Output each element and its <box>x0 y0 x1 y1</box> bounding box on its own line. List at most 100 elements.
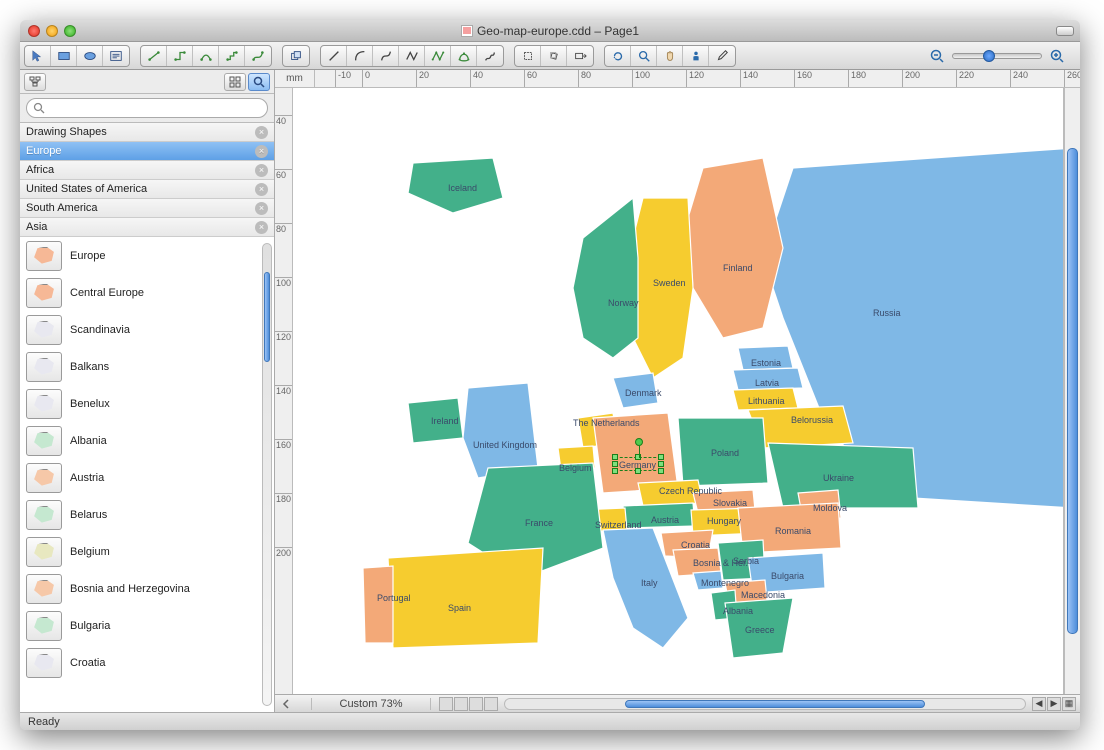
page-prev-button[interactable]: ◀ <box>1032 697 1046 711</box>
shape-austria[interactable]: Austria <box>20 459 260 496</box>
country-norway[interactable] <box>573 198 638 358</box>
zoom-tool[interactable] <box>631 46 657 66</box>
category-close-icon[interactable]: × <box>255 164 268 177</box>
category-close-icon[interactable]: × <box>255 221 268 234</box>
collapse-icon[interactable] <box>279 697 293 711</box>
sidebar-tab-search[interactable] <box>248 73 270 91</box>
polyline-tool[interactable] <box>399 46 425 66</box>
category-close-icon[interactable]: × <box>255 202 268 215</box>
sidebar-tab-grid[interactable] <box>224 73 246 91</box>
sidebar-tab-tree[interactable] <box>24 73 46 91</box>
shape-belgium[interactable]: Belgium <box>20 533 260 570</box>
connector-smart-tool[interactable] <box>167 46 193 66</box>
selection-handle[interactable] <box>658 468 664 474</box>
category-asia[interactable]: Asia× <box>20 218 274 237</box>
ellipse-tool[interactable] <box>77 46 103 66</box>
connector-multi-tool[interactable] <box>219 46 245 66</box>
shape-croatia[interactable]: Croatia <box>20 644 260 681</box>
country-poland[interactable] <box>678 418 768 486</box>
hscroll-thumb[interactable] <box>625 700 925 708</box>
shape-bulgaria[interactable]: Bulgaria <box>20 607 260 644</box>
ruler-horizontal[interactable]: -10020406080100120140160180200220240260 <box>315 70 1080 87</box>
curve-tool[interactable] <box>373 46 399 66</box>
hand-tool[interactable] <box>657 46 683 66</box>
country-austria[interactable] <box>623 503 695 528</box>
shape-scandinavia[interactable]: Scandinavia <box>20 311 260 348</box>
patient-tool[interactable] <box>683 46 709 66</box>
page-tab-4[interactable] <box>484 697 498 711</box>
shape-search-input[interactable] <box>45 102 261 114</box>
country-latvia[interactable] <box>733 368 803 390</box>
zoom-track[interactable] <box>952 53 1042 59</box>
connector-line-tool[interactable] <box>141 46 167 66</box>
category-close-icon[interactable]: × <box>255 183 268 196</box>
sidebar-scrollbar[interactable] <box>262 243 272 706</box>
country-portugal[interactable] <box>363 566 393 643</box>
selection-handle[interactable] <box>635 468 641 474</box>
category-africa[interactable]: Africa× <box>20 161 274 180</box>
horizontal-scrollbar[interactable] <box>504 698 1026 710</box>
shape-balkans[interactable]: Balkans <box>20 348 260 385</box>
zoom-slider[interactable] <box>928 47 1066 65</box>
rect-tool[interactable] <box>51 46 77 66</box>
rotate-tool[interactable] <box>541 46 567 66</box>
shape-europe[interactable]: Europe <box>20 237 260 274</box>
selection-handle[interactable] <box>658 454 664 460</box>
closed-curve-tool[interactable] <box>451 46 477 66</box>
shape-albania[interactable]: Albania <box>20 422 260 459</box>
shape-bosnia-and-herzegovina[interactable]: Bosnia and Herzegovina <box>20 570 260 607</box>
connector-free-tool[interactable] <box>245 46 271 66</box>
sidebar-scroll-thumb[interactable] <box>264 272 270 362</box>
shape-benelux[interactable]: Benelux <box>20 385 260 422</box>
country-spain[interactable] <box>388 548 543 648</box>
selection-handle[interactable] <box>612 454 618 460</box>
selection-handle[interactable] <box>635 454 641 460</box>
country-montenegro[interactable] <box>693 571 723 590</box>
category-close-icon[interactable]: × <box>255 126 268 139</box>
zoom-display[interactable]: Custom 73% <box>311 698 431 710</box>
selection-handle[interactable] <box>658 461 664 467</box>
polygon-tool[interactable] <box>425 46 451 66</box>
refresh-tool[interactable] <box>605 46 631 66</box>
category-europe[interactable]: Europe× <box>20 142 274 161</box>
canvas[interactable]: IcelandNorwaySwedenFinlandRussiaEstoniaL… <box>293 88 1064 694</box>
pointer-tool[interactable] <box>25 46 51 66</box>
ruler-vertical[interactable]: 406080100120140160180200 <box>275 88 293 694</box>
shape-belarus[interactable]: Belarus <box>20 496 260 533</box>
zoom-in-icon[interactable] <box>1048 47 1066 65</box>
country-ukraine[interactable] <box>768 443 918 508</box>
country-ireland[interactable] <box>408 398 463 443</box>
shape-central-europe[interactable]: Central Europe <box>20 274 260 311</box>
eyedropper-tool[interactable] <box>709 46 735 66</box>
zoom-out-icon[interactable] <box>928 47 946 65</box>
europe-map[interactable] <box>293 88 1064 694</box>
vscroll-thumb[interactable] <box>1067 148 1078 634</box>
category-united-states-of-america[interactable]: United States of America× <box>20 180 274 199</box>
page-tab-3[interactable] <box>469 697 483 711</box>
country-germany[interactable] <box>593 413 678 493</box>
crop-tool[interactable] <box>515 46 541 66</box>
country-united-kingdom[interactable] <box>463 383 538 478</box>
country-finland[interactable] <box>688 158 783 338</box>
line-tool[interactable] <box>321 46 347 66</box>
vertical-scrollbar[interactable] <box>1064 88 1080 694</box>
category-south-america[interactable]: South America× <box>20 199 274 218</box>
shape-search-box[interactable] <box>26 98 268 118</box>
text-tool[interactable] <box>103 46 129 66</box>
selection-handle[interactable] <box>612 468 618 474</box>
pan-crop-tool[interactable] <box>567 46 593 66</box>
country-iceland[interactable] <box>408 158 503 213</box>
selection-handle[interactable] <box>612 461 618 467</box>
titlebar[interactable]: Geo-map-europe.cdd – Page1 <box>20 20 1080 42</box>
page-layout-button[interactable]: ▦ <box>1062 697 1076 711</box>
category-drawing-shapes[interactable]: Drawing Shapes× <box>20 123 274 142</box>
page-tab-2[interactable] <box>454 697 468 711</box>
country-lithuania[interactable] <box>733 388 798 410</box>
country-greece[interactable] <box>725 598 793 658</box>
page-next-button[interactable]: ▶ <box>1047 697 1061 711</box>
free-line-tool[interactable] <box>477 46 503 66</box>
country-denmark[interactable] <box>613 373 658 408</box>
arc-tool[interactable] <box>347 46 373 66</box>
rotation-handle[interactable] <box>635 438 643 446</box>
country-estonia[interactable] <box>738 346 793 370</box>
